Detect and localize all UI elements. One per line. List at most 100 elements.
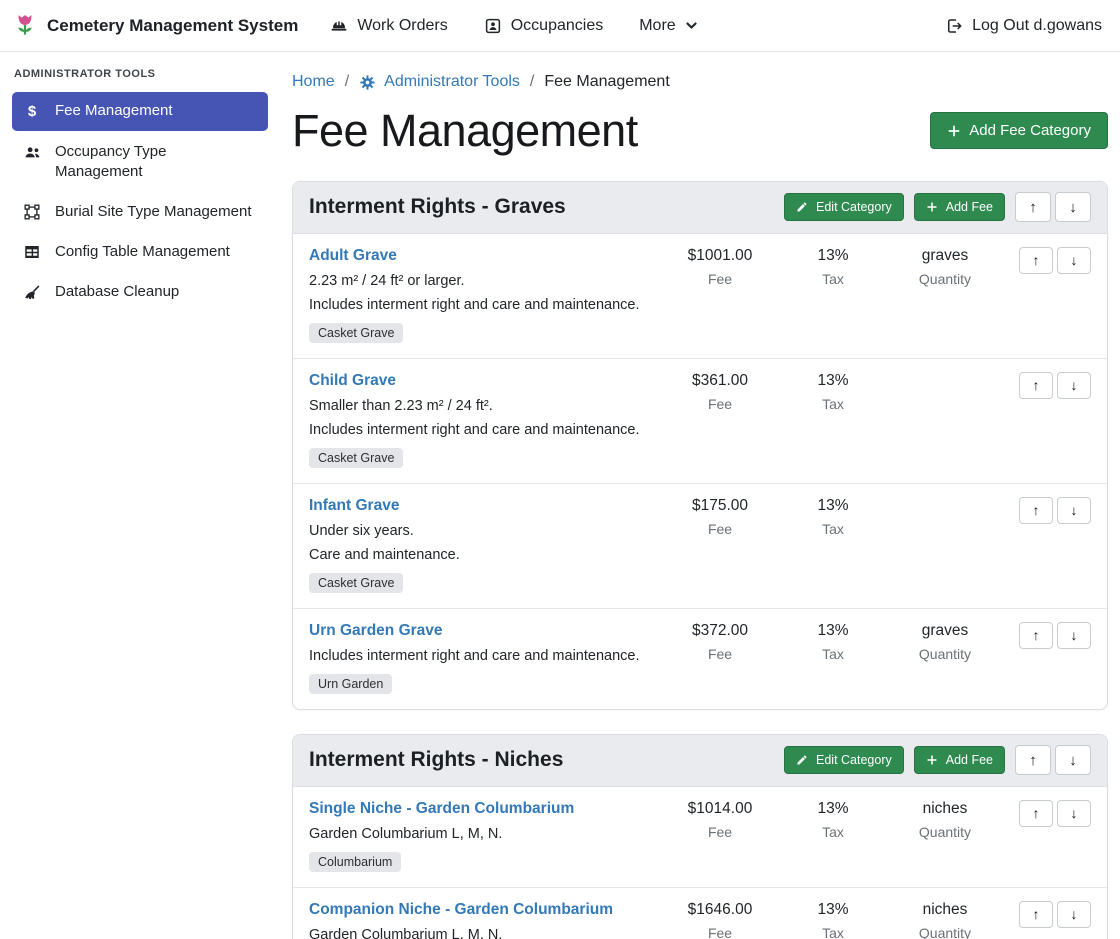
fee-name-link[interactable]: Infant Grave bbox=[309, 497, 399, 515]
admin-sidebar: Administrator Tools $ Fee Management Occ… bbox=[0, 52, 280, 939]
fee-tag: Casket Grave bbox=[309, 573, 403, 593]
add-fee-button[interactable]: Add Fee bbox=[914, 193, 1005, 221]
fee-label: Fee bbox=[661, 925, 779, 939]
fee-label: Fee bbox=[661, 271, 779, 287]
tax-value: 13% bbox=[785, 372, 881, 390]
sidebar-item-config-table-management[interactable]: Config Table Management bbox=[12, 233, 268, 271]
fee-row: Infant Grave Under six years. Care and m… bbox=[293, 484, 1107, 609]
fee-description: Garden Columbarium L, M, N. bbox=[309, 927, 655, 939]
tax-label: Tax bbox=[785, 824, 881, 840]
brand-title: Cemetery Management System bbox=[47, 16, 298, 36]
quantity-label: Quantity bbox=[887, 925, 1003, 939]
nav-occupancies-label: Occupancies bbox=[511, 17, 604, 35]
fee-name-link[interactable]: Single Niche - Garden Columbarium bbox=[309, 800, 574, 818]
fee-move-up-button[interactable]: ↑ bbox=[1019, 622, 1053, 649]
fee-move-up-button[interactable]: ↑ bbox=[1019, 497, 1053, 524]
sidebar-item-label: Burial Site Type Management bbox=[55, 202, 252, 222]
edit-category-button[interactable]: Edit Category bbox=[784, 193, 904, 221]
tax-label: Tax bbox=[785, 396, 881, 412]
fee-tag: Columbarium bbox=[309, 852, 401, 872]
sidebar-item-burial-site-type-management[interactable]: Burial Site Type Management bbox=[12, 193, 268, 231]
fee-name-link[interactable]: Urn Garden Grave bbox=[309, 622, 443, 640]
fee-move-up-button[interactable]: ↑ bbox=[1019, 247, 1053, 274]
top-navbar: Cemetery Management System Work Orders O… bbox=[0, 0, 1120, 52]
plus-icon bbox=[926, 201, 938, 213]
fee-name-link[interactable]: Adult Grave bbox=[309, 247, 397, 265]
tax-value: 13% bbox=[785, 800, 881, 818]
breadcrumb-home-link[interactable]: Home bbox=[292, 73, 335, 91]
fee-description: Garden Columbarium L, M, N. bbox=[309, 826, 655, 842]
fee-description: Smaller than 2.23 m² / 24 ft². bbox=[309, 398, 655, 414]
fee-name-link[interactable]: Companion Niche - Garden Columbarium bbox=[309, 901, 613, 919]
sidebar-item-occupancy-type-management[interactable]: Occupancy Type Management bbox=[12, 133, 268, 191]
gear-icon bbox=[359, 74, 376, 91]
table-icon bbox=[22, 243, 42, 261]
fee-row: Child Grave Smaller than 2.23 m² / 24 ft… bbox=[293, 359, 1107, 484]
fee-move-down-button[interactable]: ↓ bbox=[1057, 247, 1091, 274]
fee-amount: $175.00 bbox=[661, 497, 779, 515]
add-fee-category-button[interactable]: Add Fee Category bbox=[930, 112, 1108, 149]
quantity-label: Quantity bbox=[887, 824, 1003, 840]
fee-amount: $1001.00 bbox=[661, 247, 779, 265]
logout-icon bbox=[945, 17, 963, 35]
fee-name-link[interactable]: Child Grave bbox=[309, 372, 396, 390]
tax-value: 13% bbox=[785, 622, 881, 640]
add-fee-button[interactable]: Add Fee bbox=[914, 746, 1005, 774]
category-move-up-button[interactable]: ↑ bbox=[1015, 192, 1051, 222]
fee-move-down-button[interactable]: ↓ bbox=[1057, 622, 1091, 649]
category-move-down-button[interactable]: ↓ bbox=[1055, 192, 1091, 222]
fee-row: Single Niche - Garden Columbarium Garden… bbox=[293, 787, 1107, 888]
fee-category-card: Interment Rights - Graves Edit Category … bbox=[292, 181, 1108, 710]
brand: Cemetery Management System bbox=[12, 13, 298, 39]
sidebar-heading: Administrator Tools bbox=[14, 68, 268, 80]
dollar-icon: $ bbox=[22, 102, 42, 122]
category-title: Interment Rights - Graves bbox=[309, 195, 566, 219]
plus-icon bbox=[926, 754, 938, 766]
tax-label: Tax bbox=[785, 646, 881, 662]
fee-category-card: Interment Rights - Niches Edit Category … bbox=[292, 734, 1108, 939]
fee-tag: Casket Grave bbox=[309, 448, 403, 468]
broom-icon bbox=[22, 283, 42, 302]
fee-tag: Casket Grave bbox=[309, 323, 403, 343]
pencil-icon bbox=[796, 754, 808, 766]
breadcrumb-current: Fee Management bbox=[544, 73, 669, 91]
fee-amount: $361.00 bbox=[661, 372, 779, 390]
sidebar-item-database-cleanup[interactable]: Database Cleanup bbox=[12, 273, 268, 311]
breadcrumb-separator: / bbox=[530, 73, 534, 91]
logout-label: Log Out d.gowans bbox=[972, 17, 1102, 35]
quantity-value: niches bbox=[887, 800, 1003, 818]
fee-move-down-button[interactable]: ↓ bbox=[1057, 497, 1091, 524]
nav-work-orders[interactable]: Work Orders bbox=[330, 17, 447, 35]
tulip-logo-icon bbox=[12, 13, 38, 39]
fee-move-up-button[interactable]: ↑ bbox=[1019, 800, 1053, 827]
fee-move-down-button[interactable]: ↓ bbox=[1057, 372, 1091, 399]
fee-amount: $1646.00 bbox=[661, 901, 779, 919]
logout-link[interactable]: Log Out d.gowans bbox=[945, 17, 1102, 35]
page-title: Fee Management bbox=[292, 105, 638, 157]
chevron-down-icon bbox=[685, 19, 698, 32]
fee-move-down-button[interactable]: ↓ bbox=[1057, 901, 1091, 928]
edit-category-button[interactable]: Edit Category bbox=[784, 746, 904, 774]
fee-move-up-button[interactable]: ↑ bbox=[1019, 372, 1053, 399]
category-move-down-button[interactable]: ↓ bbox=[1055, 745, 1091, 775]
nav-more[interactable]: More bbox=[639, 17, 697, 35]
tax-label: Tax bbox=[785, 271, 881, 287]
quantity-value: graves bbox=[887, 622, 1003, 640]
sidebar-item-label: Database Cleanup bbox=[55, 282, 179, 302]
fee-description: Includes interment right and care and ma… bbox=[309, 297, 655, 313]
fee-label: Fee bbox=[661, 521, 779, 537]
sidebar-item-label: Config Table Management bbox=[55, 242, 230, 262]
breadcrumb-admin-tools-link[interactable]: Administrator Tools bbox=[359, 73, 520, 91]
pencil-icon bbox=[796, 201, 808, 213]
sidebar-item-fee-management[interactable]: $ Fee Management bbox=[12, 92, 268, 131]
category-header: Interment Rights - Niches Edit Category … bbox=[293, 735, 1107, 787]
tax-value: 13% bbox=[785, 247, 881, 265]
fee-tag: Urn Garden bbox=[309, 674, 392, 694]
nav-occupancies[interactable]: Occupancies bbox=[484, 17, 604, 35]
quantity-label: Quantity bbox=[887, 646, 1003, 662]
fee-move-up-button[interactable]: ↑ bbox=[1019, 901, 1053, 928]
category-move-up-button[interactable]: ↑ bbox=[1015, 745, 1051, 775]
breadcrumb-separator: / bbox=[345, 73, 349, 91]
fee-move-down-button[interactable]: ↓ bbox=[1057, 800, 1091, 827]
breadcrumb: Home / Administrator Tool bbox=[292, 73, 1108, 91]
